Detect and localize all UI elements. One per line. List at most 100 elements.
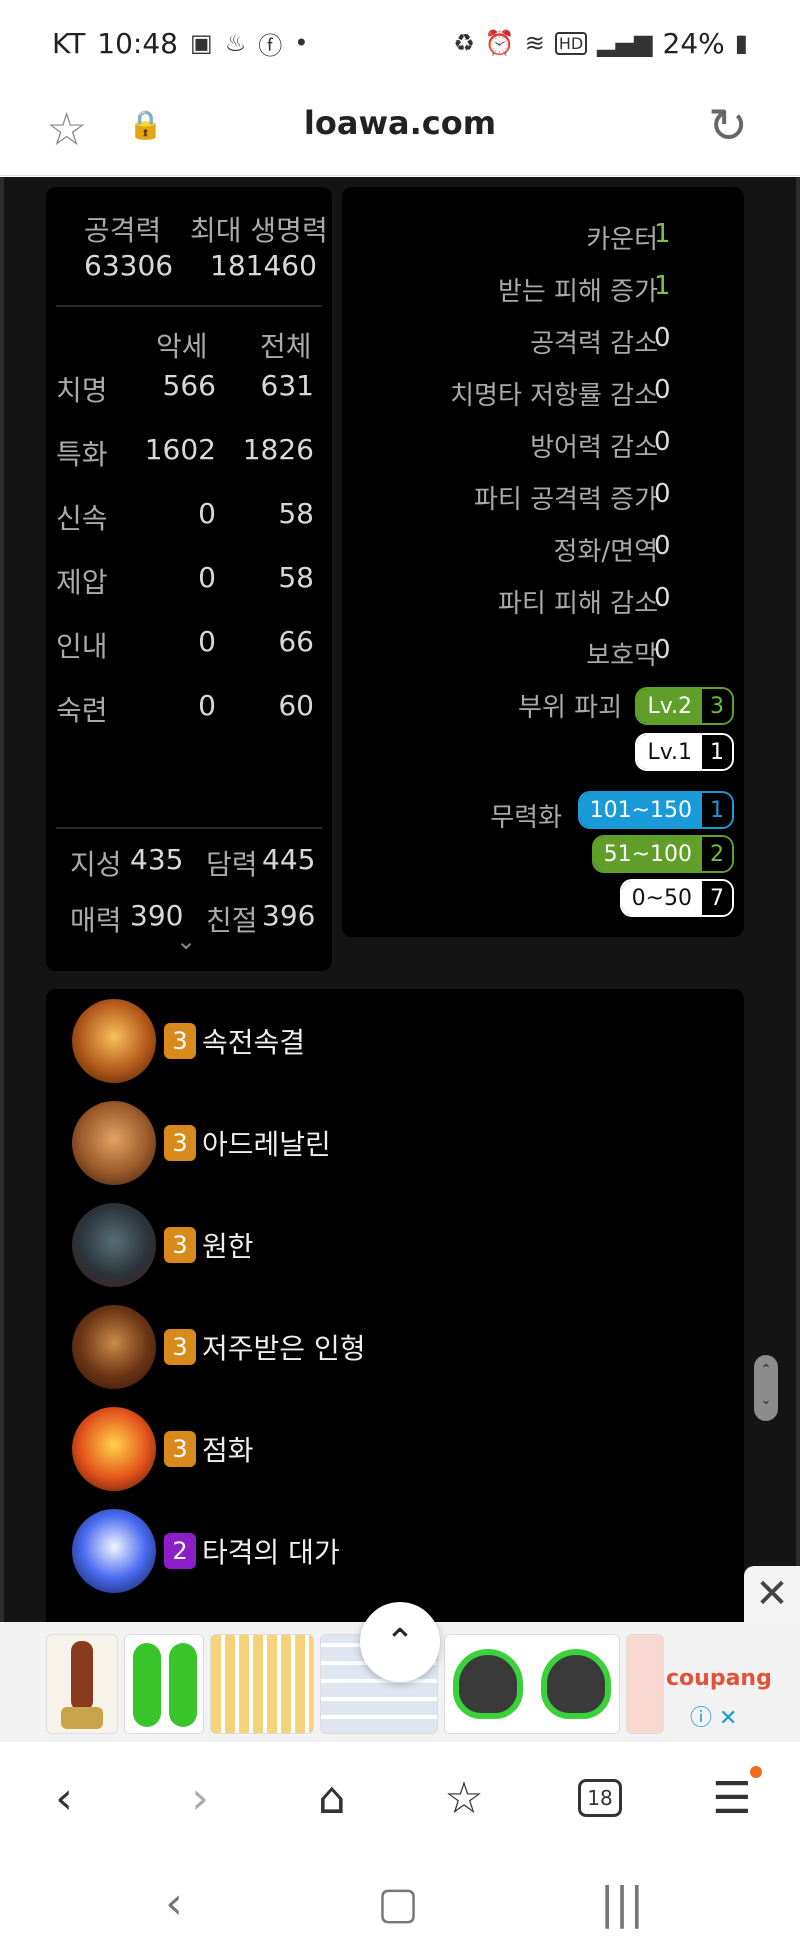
stats-panel: 공격력 최대 생명력 63306 181460 악세 전체 치명 566 631 특화…: [46, 187, 332, 971]
reload-icon[interactable]: ↻: [708, 98, 748, 154]
system-home-icon[interactable]: ▢: [358, 1878, 438, 1929]
ad-product-image[interactable]: [46, 1634, 118, 1734]
ad-info-icon[interactable]: ⓘ ✕: [690, 1700, 737, 1732]
home-icon[interactable]: ⌂: [300, 1770, 364, 1826]
stagger-badge: 51~100 2: [591, 835, 734, 873]
notification-icon: ♨: [224, 29, 247, 57]
trait-value-courage: 445: [262, 843, 316, 876]
scrollbar-handle[interactable]: ⌃ ⌄: [754, 1355, 778, 1421]
trait-label-intellect: 지성: [70, 848, 122, 881]
ad-product-image[interactable]: [444, 1634, 620, 1734]
engraving-item[interactable]: 3 점화: [72, 1407, 254, 1491]
status-left: KT 10:48 ▣ ♨ ⓕ •: [52, 26, 308, 61]
stat-total-value: 1826: [242, 433, 314, 466]
synergy-value: 0: [654, 635, 671, 665]
engraving-item[interactable]: 3 원한: [72, 1203, 254, 1287]
engraving-name: 점화: [202, 1434, 254, 1467]
status-bar: KT 10:48 ▣ ♨ ⓕ • ♻ ⏰ ≋ HD ▂▄▆ 24% ▮: [0, 0, 800, 86]
engraving-name: 원한: [202, 1230, 254, 1263]
stat-total-value: 58: [278, 561, 314, 594]
engraving-level: 3: [164, 1125, 196, 1161]
image-icon: ▣: [190, 29, 213, 57]
engraving-level: 3: [164, 1329, 196, 1365]
stat-name: 인내: [56, 630, 108, 663]
facebook-icon: ⓕ: [258, 31, 283, 60]
engraving-grudge-icon: [72, 1203, 156, 1287]
engraving-item[interactable]: 3 아드레날린: [72, 1101, 331, 1185]
stagger-badge: 0~50 7: [619, 879, 734, 917]
chevron-down-icon[interactable]: ⌄: [176, 927, 196, 955]
badge-count: 3: [702, 689, 732, 723]
synergy-label: 보호막: [586, 641, 658, 671]
ad-brand: coupang: [666, 1666, 772, 1691]
battery-icon: ▮: [734, 29, 748, 57]
trait-label-kindness: 친절: [206, 904, 258, 937]
badge-label: 101~150: [579, 793, 702, 827]
lock-icon[interactable]: 🔒: [128, 108, 163, 141]
badge-count: 7: [702, 881, 732, 915]
recent-apps-icon[interactable]: |||: [582, 1878, 662, 1929]
badge-label: 51~100: [593, 837, 702, 871]
status-right: ♻ ⏰ ≋ HD ▂▄▆ 24% ▮: [453, 27, 748, 60]
engraving-level: 3: [164, 1431, 196, 1467]
synergy-value: 0: [654, 583, 671, 613]
system-back-icon[interactable]: ‹: [134, 1878, 214, 1929]
divider: [56, 827, 322, 829]
menu-icon[interactable]: ☰: [700, 1766, 764, 1826]
trait-label-charisma: 매력: [70, 904, 122, 937]
stat-accessory-value: 566: [162, 369, 216, 402]
engraving-item[interactable]: 3 저주받은 인형: [72, 1305, 365, 1389]
bookmark-star-icon[interactable]: ☆: [46, 102, 87, 156]
synergy-value: 1: [654, 219, 671, 249]
synergy-label: 방어력 감소: [530, 433, 658, 463]
stat-name: 특화: [56, 438, 108, 471]
engraving-adrenaline-icon: [72, 1101, 156, 1185]
signal-icon: ▂▄▆: [597, 29, 653, 57]
engraving-item[interactable]: 3 속전속결: [72, 999, 305, 1083]
engraving-swiftness-icon: [72, 999, 156, 1083]
ad-product-image[interactable]: [210, 1634, 314, 1734]
bookmarks-icon[interactable]: ☆: [432, 1770, 496, 1826]
stat-name: 신속: [56, 502, 108, 535]
carrier: KT: [52, 26, 86, 60]
stat-accessory-value: 0: [198, 561, 216, 594]
stat-total-value: 66: [278, 625, 314, 658]
badge-label: 0~50: [621, 881, 702, 915]
synergy-label: 파티 공격력 증가: [474, 485, 658, 515]
destruction-badge: Lv.2 3: [635, 687, 734, 725]
trait-value-intellect: 435: [130, 843, 184, 876]
engraving-ignition-icon: [72, 1407, 156, 1491]
stat-name: 제압: [56, 566, 108, 599]
max-hp-value: 181460: [210, 249, 317, 282]
ad-close-button[interactable]: ✕: [744, 1566, 800, 1622]
destruction-badge: Lv.1 1: [635, 733, 734, 771]
ad-product-image[interactable]: [626, 1634, 664, 1734]
synergy-label: 공격력 감소: [530, 329, 658, 359]
stat-total-value: 58: [278, 497, 314, 530]
stat-accessory-value: 0: [198, 625, 216, 658]
synergy-value: 0: [654, 427, 671, 457]
address-bar: ☆ 🔒 loawa.com ↻: [0, 86, 800, 176]
forward-icon[interactable]: ›: [168, 1770, 232, 1826]
stat-accessory-value: 1602: [144, 433, 216, 466]
engraving-name: 타격의 대가: [202, 1536, 340, 1569]
stagger-label: 무력화: [490, 803, 562, 833]
tabs-button[interactable]: 18: [568, 1770, 632, 1826]
badge-label: Lv.2: [637, 689, 702, 723]
engraving-item[interactable]: 2 타격의 대가: [72, 1509, 340, 1593]
browser-toolbar: ‹ › ⌂ ☆ 18 ☰: [0, 1742, 800, 1854]
url-text[interactable]: loawa.com: [0, 104, 800, 142]
ad-product-image[interactable]: [124, 1634, 204, 1734]
web-page: 공격력 최대 생명력 63306 181460 악세 전체 치명 566 631 특화…: [0, 177, 800, 1742]
stagger-badge: 101~150 1: [577, 791, 734, 829]
back-icon[interactable]: ‹: [32, 1770, 96, 1826]
engraving-level: 2: [164, 1533, 196, 1569]
synergy-label: 정화/면역: [553, 537, 658, 567]
recycle-icon: ♻: [453, 29, 475, 57]
synergy-value: 0: [654, 479, 671, 509]
scroll-to-top-button[interactable]: ⌃: [360, 1602, 440, 1682]
stat-name: 치명: [56, 374, 108, 407]
stat-name: 숙련: [56, 694, 108, 727]
notification-dot: [750, 1766, 762, 1778]
destruction-label: 부위 파괴: [518, 693, 622, 723]
